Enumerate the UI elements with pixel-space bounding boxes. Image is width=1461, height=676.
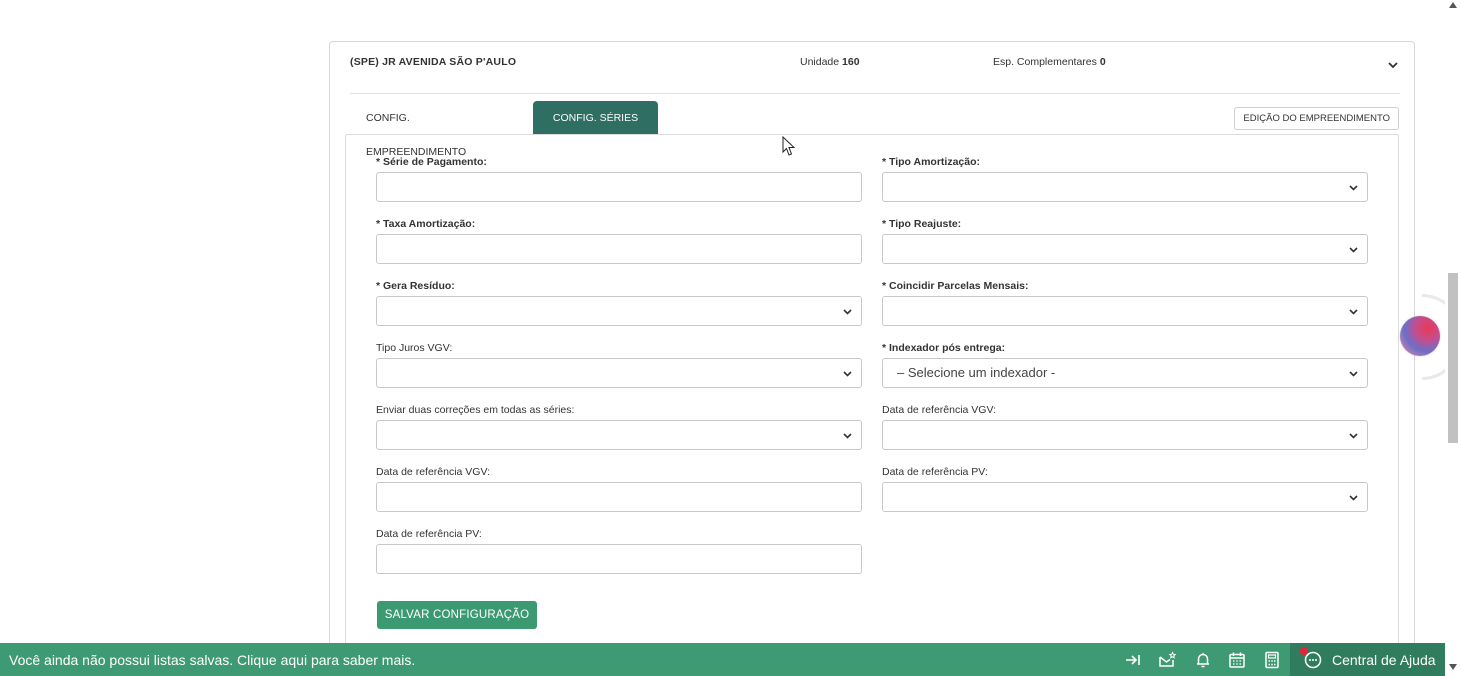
field-tipo-reajuste: * Tipo Reajuste:: [882, 218, 1368, 264]
mouse-cursor-icon: [782, 136, 796, 156]
field-label: * Coincidir Parcelas Mensais:: [882, 280, 1029, 292]
field-enviar-duas-correcoes: Enviar duas correções em todas as séries…: [376, 404, 862, 450]
coincidir-parcelas-select[interactable]: [882, 296, 1368, 326]
field-label: * Tipo Reajuste:: [882, 218, 962, 230]
chevron-down-icon[interactable]: [1386, 58, 1400, 72]
enviar-duas-correcoes-select[interactable]: [376, 420, 862, 450]
esp-label: Esp. Complementares: [993, 56, 1097, 68]
edit-project-button[interactable]: EDIÇÃO DO EMPREENDIMENTO: [1234, 107, 1399, 130]
chevron-down-icon: [843, 433, 852, 439]
field-label: * Tipo Amortização:: [882, 156, 981, 168]
card-header[interactable]: (SPE) JR AVENIDA SÃO P'AULO Unidade 160 …: [350, 42, 1400, 94]
field-indexador-pos-entrega: * Indexador pós entrega: – Selecione um …: [882, 342, 1368, 388]
chevron-down-icon: [1349, 247, 1358, 253]
field-label: Data de referência PV:: [882, 466, 988, 478]
assistant-orb-icon[interactable]: [1400, 316, 1440, 356]
chevron-down-icon: [1349, 371, 1358, 377]
calendar-icon[interactable]: [1228, 651, 1246, 669]
data-ref-pv-select[interactable]: [882, 482, 1368, 512]
notification-dot: [1300, 647, 1308, 655]
chevron-down-icon: [843, 309, 852, 315]
footer-bar: Você ainda não possui listas salvas. Cli…: [0, 643, 1445, 676]
tipo-reajuste-select[interactable]: [882, 234, 1368, 264]
field-label: * Série de Pagamento:: [376, 156, 487, 168]
field-label: Enviar duas correções em todas as séries…: [376, 404, 575, 416]
field-label: Data de referência PV:: [376, 528, 482, 540]
chevron-down-icon: [843, 371, 852, 377]
bell-icon[interactable]: [1194, 651, 1212, 669]
field-gera-residuo: * Gera Resíduo:: [376, 280, 862, 326]
series-config-panel: * Série de Pagamento: * Tipo Amortização…: [345, 134, 1399, 676]
scrollbar-thumb[interactable]: [1448, 273, 1458, 443]
esp-value: 0: [1099, 56, 1106, 68]
taxa-amortizacao-input[interactable]: [376, 234, 862, 264]
data-ref-vgv-input[interactable]: [376, 482, 862, 512]
collapse-sidebar-icon[interactable]: [1124, 651, 1142, 669]
scroll-up-icon[interactable]: [1449, 2, 1457, 8]
serie-pagamento-input[interactable]: [376, 172, 862, 202]
esp-info: Esp. Complementares 0: [993, 56, 1106, 68]
select-value: – Selecione um indexador -: [897, 365, 1056, 380]
indexador-pos-entrega-select[interactable]: – Selecione um indexador -: [882, 358, 1368, 388]
save-config-button[interactable]: SALVAR CONFIGURAÇÃO: [377, 601, 537, 629]
tipo-juros-vgv-select[interactable]: [376, 358, 862, 388]
field-taxa-amortizacao: * Taxa Amortização:: [376, 218, 862, 264]
field-coincidir-parcelas: * Coincidir Parcelas Mensais:: [882, 280, 1368, 326]
chevron-down-icon: [1349, 495, 1358, 501]
tipo-amortizacao-select[interactable]: [882, 172, 1368, 202]
gera-residuo-select[interactable]: [376, 296, 862, 326]
unit-info: Unidade 160: [800, 56, 860, 68]
project-card: (SPE) JR AVENIDA SÃO P'AULO Unidade 160 …: [329, 41, 1415, 676]
field-data-ref-pv-input: Data de referência PV:: [376, 528, 862, 574]
tab-config-series[interactable]: CONFIG. SÉRIES: [533, 101, 658, 135]
mail-star-icon[interactable]: [1158, 651, 1176, 669]
field-tipo-amortizacao: * Tipo Amortização:: [882, 156, 1368, 202]
field-data-ref-pv-select: Data de referência PV:: [882, 466, 1368, 512]
saved-lists-message[interactable]: Você ainda não possui listas salvas. Cli…: [9, 652, 415, 668]
project-title: (SPE) JR AVENIDA SÃO P'AULO: [350, 56, 517, 68]
field-label: Data de referência VGV:: [882, 404, 997, 416]
unit-label: Unidade: [800, 56, 840, 68]
data-ref-pv-input[interactable]: [376, 544, 862, 574]
chevron-down-icon: [1349, 309, 1358, 315]
unit-value: 160: [842, 56, 860, 68]
data-ref-vgv-select[interactable]: [882, 420, 1368, 450]
field-data-ref-vgv-input: Data de referência VGV:: [376, 466, 862, 512]
scroll-down-icon[interactable]: [1449, 664, 1457, 670]
help-center-label: Central de Ajuda: [1332, 652, 1436, 668]
field-label: Data de referência VGV:: [376, 466, 491, 478]
chevron-down-icon: [1349, 433, 1358, 439]
field-tipo-juros-vgv: Tipo Juros VGV:: [376, 342, 862, 388]
field-data-ref-vgv-select: Data de referência VGV:: [882, 404, 1368, 450]
field-label: * Indexador pós entrega:: [882, 342, 1006, 354]
field-label: Tipo Juros VGV:: [376, 342, 453, 354]
help-center-button[interactable]: Central de Ajuda: [1290, 643, 1445, 676]
tab-config-empreendimento[interactable]: CONFIG. EMPREENDIMENTO: [350, 101, 482, 158]
calculator-icon[interactable]: [1263, 651, 1281, 669]
page-scrollbar[interactable]: [1445, 0, 1461, 676]
chevron-down-icon: [1349, 185, 1358, 191]
field-serie-pagamento: * Série de Pagamento:: [376, 156, 862, 202]
field-label: * Gera Resíduo:: [376, 280, 455, 292]
field-label: * Taxa Amortização:: [376, 218, 476, 230]
